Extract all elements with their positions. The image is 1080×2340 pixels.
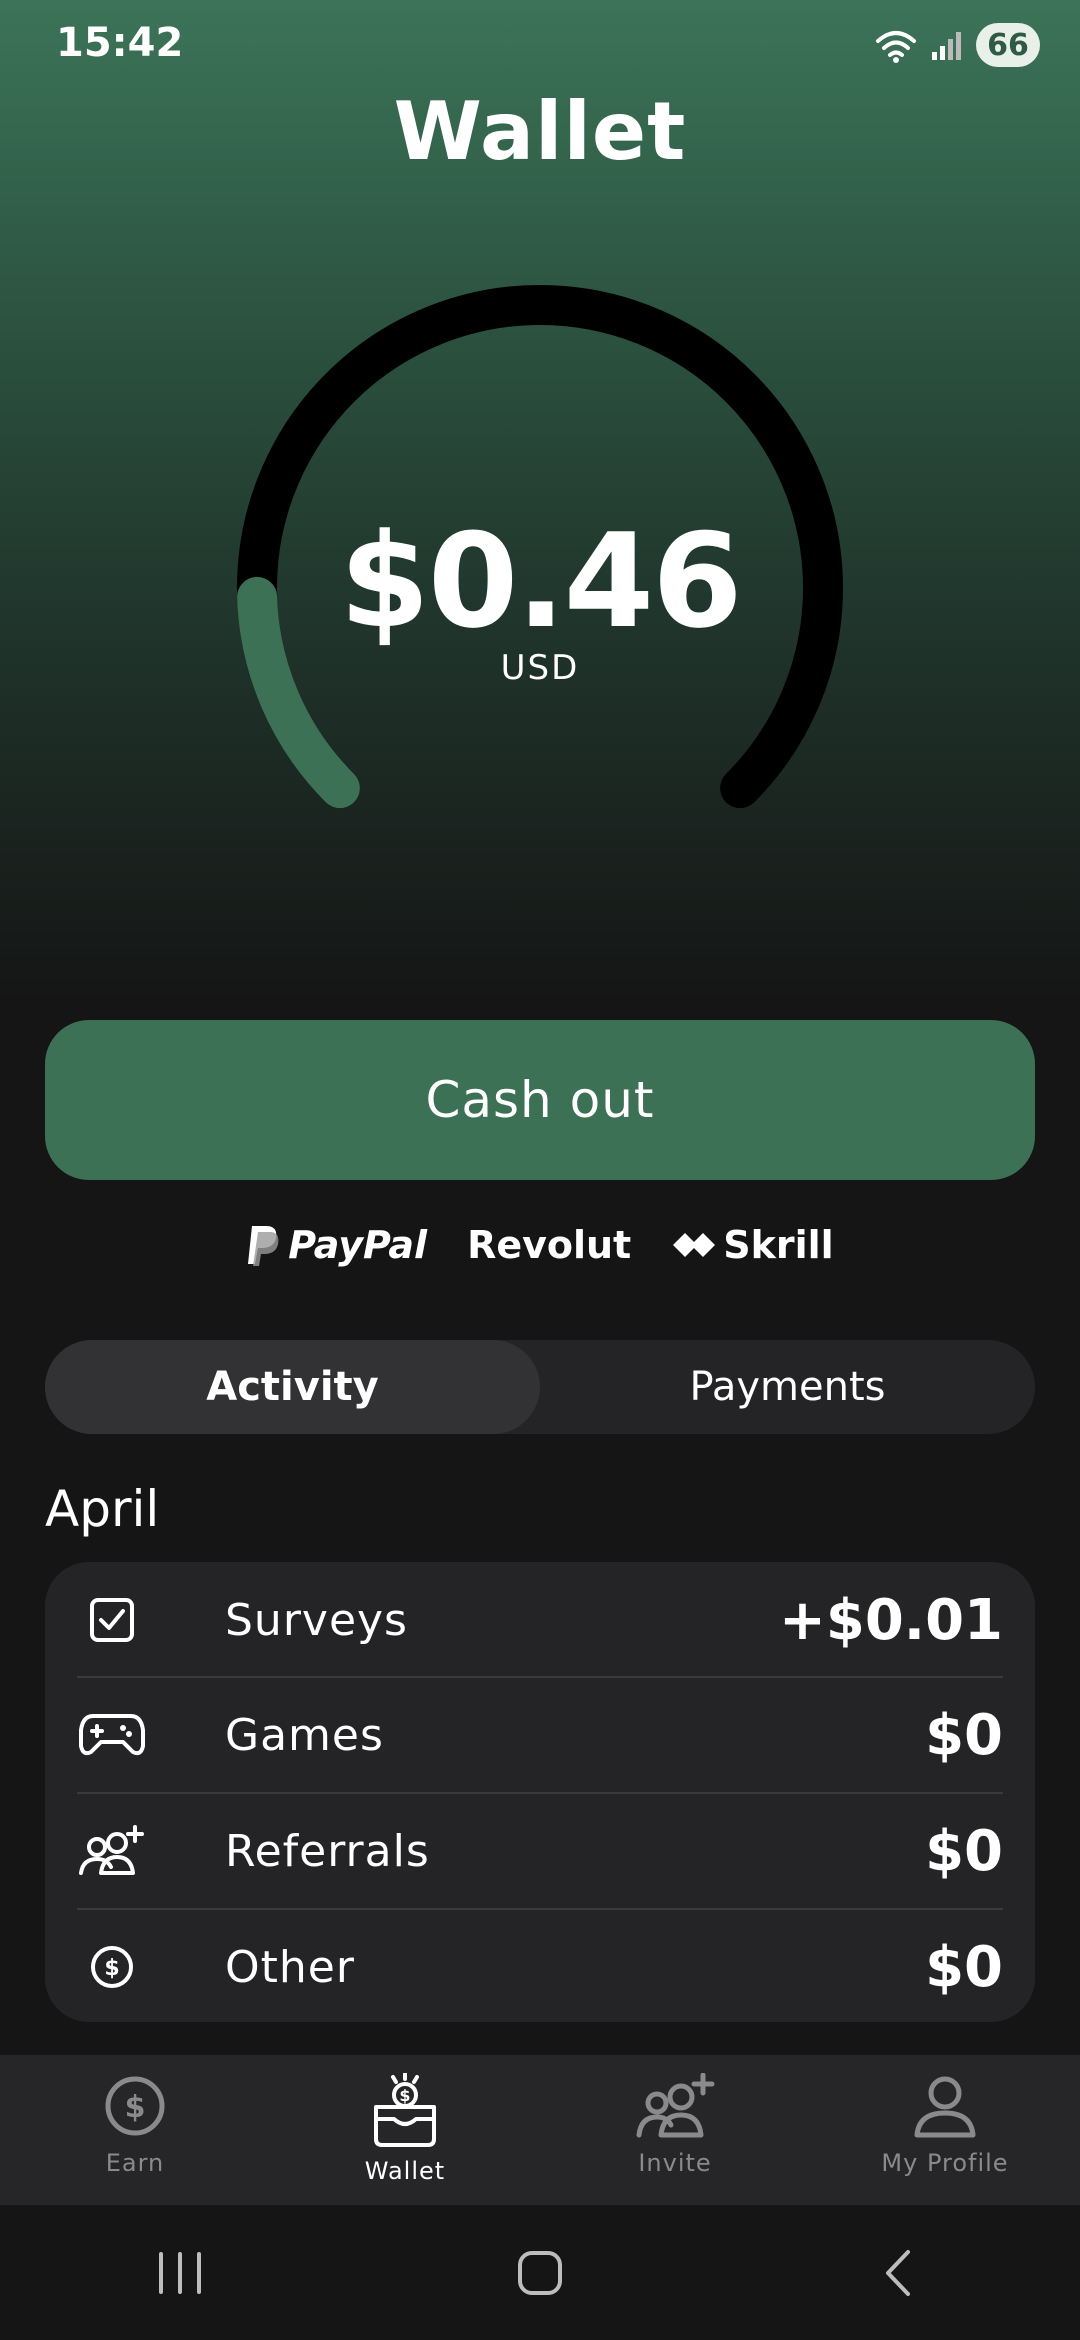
- nav-my-profile[interactable]: My Profile: [810, 2055, 1080, 2205]
- home-button[interactable]: [480, 2233, 600, 2313]
- tab-payments[interactable]: Payments: [540, 1340, 1035, 1434]
- activity-value: $0: [925, 1934, 1003, 2000]
- nav-label: Invite: [638, 2149, 712, 2177]
- wallet-tabs: Activity Payments: [45, 1340, 1035, 1434]
- activity-row-games[interactable]: Games $0: [77, 1678, 1003, 1792]
- cash-out-button[interactable]: Cash out: [45, 1020, 1035, 1180]
- activity-value: $0: [925, 1818, 1003, 1884]
- balance-amount: $0.46: [339, 505, 742, 657]
- revolut-label: Revolut: [467, 1223, 632, 1267]
- add-user-icon: [636, 2073, 715, 2138]
- svg-text:$: $: [399, 2086, 410, 2105]
- nav-earn[interactable]: $ Earn: [0, 2055, 270, 2205]
- nav-label: Wallet: [364, 2157, 446, 2185]
- activity-row-referrals[interactable]: Referrals $0: [77, 1794, 1003, 1908]
- status-icons: 66: [874, 22, 1040, 68]
- nav-wallet[interactable]: $ Wallet: [270, 2055, 540, 2205]
- checkbox-icon: [77, 1585, 147, 1655]
- skrill-icon: [673, 1233, 716, 1257]
- paypal-label: PayPal: [288, 1223, 428, 1267]
- month-label: April: [45, 1480, 160, 1538]
- gamepad-icon: [77, 1700, 147, 1770]
- nav-invite[interactable]: Invite: [540, 2055, 810, 2205]
- status-time: 15:42: [56, 20, 184, 66]
- skrill-label: Skrill: [723, 1223, 834, 1267]
- activity-label: Other: [225, 1941, 355, 1993]
- back-button[interactable]: [840, 2233, 960, 2313]
- recent-apps-icon: [159, 2251, 201, 2294]
- activity-row-other[interactable]: $ Other $0: [77, 1910, 1003, 2024]
- svg-text:$: $: [125, 2090, 146, 2125]
- dollar-circle-icon: $: [77, 1932, 147, 2002]
- activity-card: Surveys +$0.01 Games $0 Referrals $0 $ O…: [45, 1562, 1035, 2022]
- activity-label: Referrals: [225, 1825, 430, 1877]
- activity-label: Surveys: [225, 1594, 408, 1646]
- paypal-icon: [248, 1226, 279, 1266]
- activity-row-surveys[interactable]: Surveys +$0.01: [77, 1563, 1003, 1677]
- wallet-icon: $: [374, 2073, 436, 2147]
- paypal-logo: PayPal: [246, 1223, 427, 1267]
- wifi-icon: [876, 31, 916, 63]
- nav-label: Earn: [105, 2149, 165, 2177]
- status-bar: 15:42 66: [0, 0, 1080, 90]
- profile-icon: [914, 2076, 976, 2138]
- nav-label: My Profile: [881, 2149, 1009, 2177]
- back-icon: [886, 2249, 910, 2296]
- battery-indicator: 66: [976, 23, 1040, 67]
- svg-text:$: $: [104, 1956, 119, 1981]
- recent-apps-button[interactable]: [120, 2233, 240, 2313]
- dollar-circle-icon: $: [105, 2076, 165, 2136]
- activity-label: Games: [225, 1709, 384, 1761]
- revolut-logo: Revolut: [467, 1223, 631, 1267]
- bottom-navigation: $ Earn $ Wallet Invite My Profile: [0, 2055, 1080, 2205]
- balance-currency: USD: [500, 648, 580, 688]
- activity-value: +$0.01: [778, 1587, 1003, 1653]
- skrill-logo: Skrill: [671, 1223, 834, 1267]
- tab-activity[interactable]: Activity: [45, 1340, 540, 1434]
- page-title: Wallet: [393, 85, 687, 178]
- add-user-icon: [77, 1816, 147, 1886]
- payment-providers: PayPal Revolut Skrill: [0, 1215, 1080, 1275]
- system-navigation: [0, 2205, 1080, 2340]
- activity-value: $0: [925, 1702, 1003, 1768]
- home-icon: [518, 2250, 562, 2295]
- signal-icon: [932, 32, 961, 60]
